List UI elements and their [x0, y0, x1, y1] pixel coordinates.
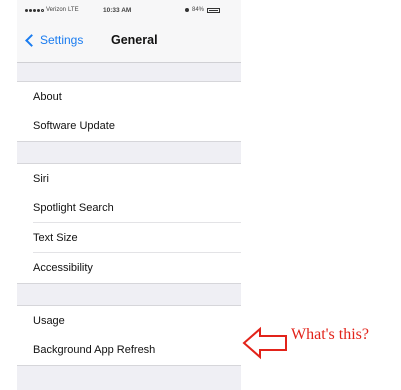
battery-percent: 84% [192, 7, 205, 13]
location-icon [185, 8, 189, 12]
list-item-label: Software Update [33, 120, 115, 132]
back-button[interactable]: Settings [25, 33, 84, 47]
signal-indicator: Verizon LTE [25, 7, 79, 13]
list-item-accessibility[interactable]: Accessibility [17, 253, 241, 284]
battery-indicator: 84% [185, 7, 221, 13]
phone-screen: Verizon LTE 10:33 AM 84% Settings Genera… [17, 0, 241, 390]
back-button-label: Settings [40, 33, 84, 47]
arrow-left-icon [242, 326, 287, 360]
list-item-about[interactable]: About [17, 81, 241, 112]
list-item-spotlight-search[interactable]: Spotlight Search [17, 193, 241, 223]
list-item-label: Usage [33, 315, 65, 327]
list-item-software-update[interactable]: Software Update [17, 111, 241, 142]
page-title: General [111, 33, 158, 47]
status-bar: Verizon LTE 10:33 AM 84% [17, 0, 241, 20]
annotation-text: What's this? [291, 326, 369, 343]
screenshot-stage: Verizon LTE 10:33 AM 84% Settings Genera… [0, 0, 401, 390]
battery-icon [207, 7, 221, 13]
list-item-label: About [33, 91, 62, 103]
list-item-label: Siri [33, 173, 49, 185]
list-item-siri[interactable]: Siri [17, 163, 241, 194]
carrier-name: Verizon [46, 7, 67, 13]
status-time: 10:33 AM [103, 7, 132, 14]
network-type: LTE [68, 7, 79, 13]
list-item-background-app-refresh[interactable]: Background App Refresh [17, 335, 241, 366]
list-item-label: Background App Refresh [33, 344, 156, 356]
list-item-text-size[interactable]: Text Size [17, 223, 241, 253]
list-item-usage[interactable]: Usage [17, 305, 241, 336]
navigation-bar: Settings General [17, 20, 241, 63]
list-item-label: Text Size [33, 232, 78, 244]
chevron-left-icon [25, 33, 38, 47]
list-item-label: Spotlight Search [33, 202, 114, 214]
signal-strength-icon [25, 8, 44, 12]
list-item-label: Accessibility [33, 262, 93, 274]
